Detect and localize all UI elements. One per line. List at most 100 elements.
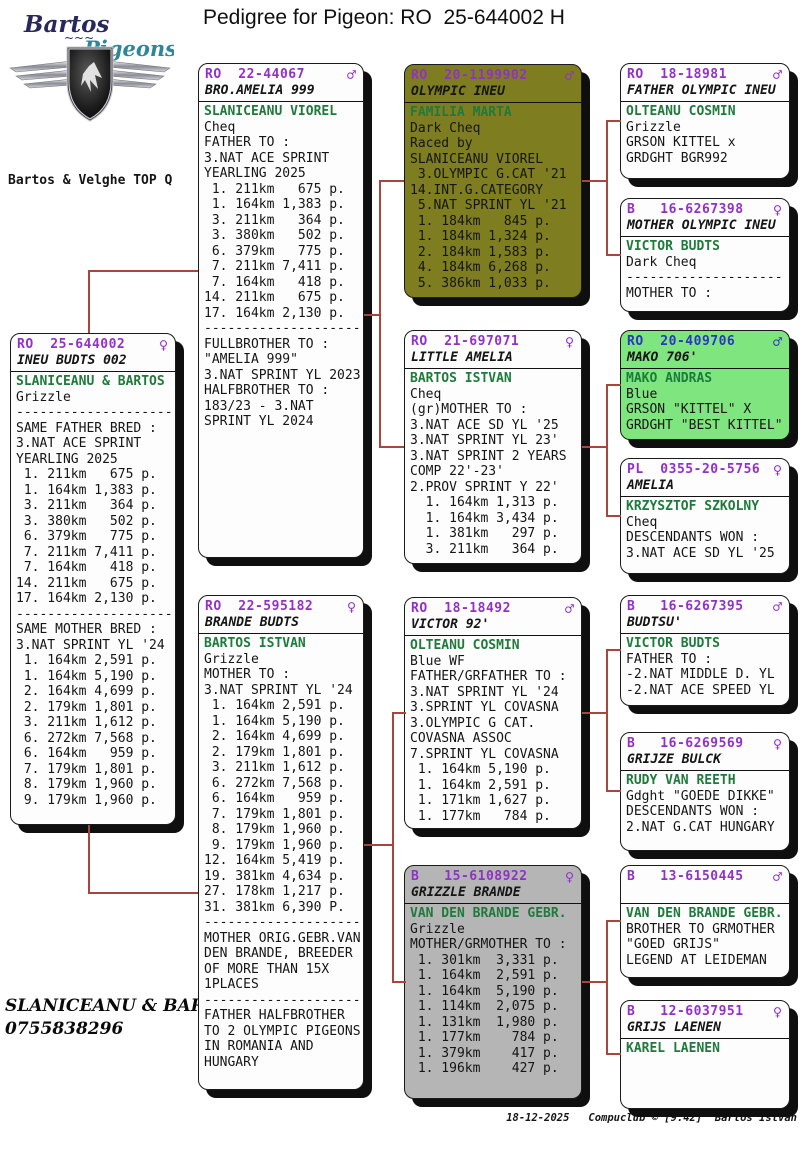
result-line: Blue (626, 387, 785, 403)
result-line: HALFBROTHER TO : (204, 383, 359, 399)
ring-number: RO 20-1199902 (411, 68, 528, 83)
pedigree-page: Bartos ~~~ Pigeons Pedigree for Pigeon: … (0, 0, 800, 1149)
result-line: SAME FATHER BRED : (16, 421, 171, 437)
pedigree-connector (379, 446, 404, 448)
pedigree-connector (88, 271, 90, 333)
result-line: 3.NAT ACE SPRINT (204, 151, 359, 167)
result-line: 183/23 - 3.NAT (204, 399, 359, 415)
result-line: 9. 179km 1,960 p. (204, 838, 359, 854)
bartos-pigeons-logo: Bartos ~~~ Pigeons (6, 4, 174, 132)
result-line: 7. 211km 7,411 p. (16, 545, 171, 561)
result-line: 1. 164km 1,313 p. (410, 495, 577, 511)
ring-number: RO 20-409706 (627, 334, 735, 349)
result-line: 6. 272km 7,568 p. (16, 731, 171, 747)
result-line: Raced by (410, 136, 577, 152)
result-line: 1. 164km 2,591 p. (410, 968, 577, 984)
result-line: -------------------- (204, 915, 359, 931)
pigeon-name: BRANDE BUDTS (199, 614, 363, 634)
result-line: COVASNA ASSOC (410, 731, 577, 747)
pedigree-connector (582, 981, 606, 983)
fancier-name: VICTOR BUDTS (626, 636, 785, 652)
result-line: SPRINT YL 2024 (204, 414, 359, 430)
fancier-name: SLANICEANU VIOREL (204, 104, 359, 120)
pigeon-name: AMELIA (621, 477, 789, 497)
ring-number: B 16-6267398 (627, 202, 744, 217)
pedigree-box-mmf: B 13-6150445♂VAN DEN BRANDE GEBR.BROTHER… (620, 865, 790, 978)
result-line: Grizzle (410, 922, 577, 938)
result-line: Cheq (626, 515, 785, 531)
result-line: -------------------- (626, 270, 785, 286)
result-line: 7.SPRINT YL COVASNA (410, 747, 577, 763)
result-line: 31. 381km 6,390 P. (204, 900, 359, 916)
result-line: 7. 179km 1,801 p. (16, 762, 171, 778)
pigeon-name (621, 884, 789, 904)
result-line: 6. 164km 959 p. (204, 791, 359, 807)
pedigree-box-mff: B 16-6267395♂BUDTSU'VICTOR BUDTSFATHER T… (620, 595, 790, 706)
result-line: 3.NAT ACE SD YL '25 (626, 546, 785, 562)
pedigree-connector (606, 921, 608, 1055)
result-line: 4. 184km 6,268 p. (410, 260, 577, 276)
loft-note: Bartos & Velghe TOP Q (8, 173, 172, 188)
fancier-name: MAKO ANDRAS (626, 371, 785, 387)
result-line: BROTHER TO GRMOTHER (626, 922, 785, 938)
pedigree-box-fmf: RO 20-409706♂MAKO 706'MAKO ANDRASBlueGRS… (620, 330, 790, 440)
fancier-name: VICTOR BUDTS (626, 239, 785, 255)
pedigree-connector (392, 712, 406, 714)
result-line: Dark Cheq (410, 121, 577, 137)
result-line: -------------------- (16, 405, 171, 421)
result-line: GRSON KITTEL x (626, 135, 785, 151)
fancier-name: KRZYSZTOF SZKOLNY (626, 499, 785, 515)
result-line: 19. 381km 4,634 p. (204, 869, 359, 885)
wing-left-icon (10, 61, 72, 88)
result-line: 1. 184km 845 p. (410, 214, 577, 230)
result-line: Grizzle (204, 652, 359, 668)
result-line: 3. 211km 364 p. (410, 542, 577, 558)
result-line: 3.OLYMPIC G CAT. (410, 716, 577, 732)
result-line: 17. 164km 2,130 p. (204, 306, 359, 322)
result-line: 2.PROV SPRINT Y 22' (410, 480, 577, 496)
pedigree-connector (606, 515, 621, 517)
pigeon-name: INEU BUDTS 002 (11, 352, 175, 372)
pedigree-connector (606, 120, 621, 122)
result-line: Cheq (204, 120, 359, 136)
pedigree-connector (606, 254, 621, 256)
result-line: 3.NAT SPRINT YL 23' (410, 433, 577, 449)
result-line: 2. 179km 1,801 p. (16, 700, 171, 716)
male-icon: ♂ (773, 68, 782, 82)
pigeon-name: GRIJZE BULCK (621, 751, 789, 771)
fancier-name: OLTEANU COSMIN (410, 638, 577, 654)
result-line: "AMELIA 999" (204, 352, 359, 368)
result-line: FATHER TO : (626, 652, 785, 668)
result-line: 14. 211km 675 p. (204, 290, 359, 306)
wing-right-icon (108, 61, 170, 88)
result-line: FATHER/GRFATHER TO : (410, 669, 577, 685)
result-line: -------------------- (204, 321, 359, 337)
fancier-name: BARTOS ISTVAN (204, 636, 359, 652)
pedigree-box-mmm: B 12-6037951♀GRIJS LAENENKAREL LAENEN (620, 1000, 790, 1109)
pedigree-connector (606, 121, 608, 256)
female-icon: ♀ (773, 737, 782, 751)
pigeon-name: VICTOR 92' (405, 616, 581, 636)
fancier-name: VAN DEN BRANDE GEBR. (626, 906, 785, 922)
ring-number: B 16-6267395 (627, 599, 744, 614)
pedigree-connector (606, 650, 608, 792)
result-line: MOTHER TO : (204, 667, 359, 683)
result-line: 3.NAT ACE SPRINT (16, 436, 171, 452)
pedigree-box-f: RO 22-44067♂BRO.AMELIA 999SLANICEANU VIO… (198, 63, 364, 558)
ring-number: RO 25-644002 (17, 337, 125, 352)
pigeon-name: FATHER OLYMPIC INEU (621, 82, 789, 102)
pedigree-connector (392, 713, 394, 983)
result-line: 1. 381km 297 p. (410, 526, 577, 542)
ring-number: B 13-6150445 (627, 869, 744, 884)
result-line: 1. 171km 1,627 p. (410, 793, 577, 809)
ring-number: B 16-6269569 (627, 736, 744, 751)
female-icon: ♀ (773, 463, 782, 477)
result-line: GRDGHT "BEST KITTEL" (626, 418, 785, 434)
result-line: 7. 164km 418 p. (16, 560, 171, 576)
result-line: 1. 164km 2,591 p. (204, 698, 359, 714)
female-icon: ♀ (159, 338, 168, 352)
pedigree-box-fmm: PL 0355-20-5756♀AMELIAKRZYSZTOF SZKOLNYC… (620, 458, 790, 574)
result-line: FATHER HALFBROTHER (204, 1008, 359, 1024)
fancier-name: OLTEANU COSMIN (626, 104, 785, 120)
pedigree-connector (88, 892, 198, 894)
